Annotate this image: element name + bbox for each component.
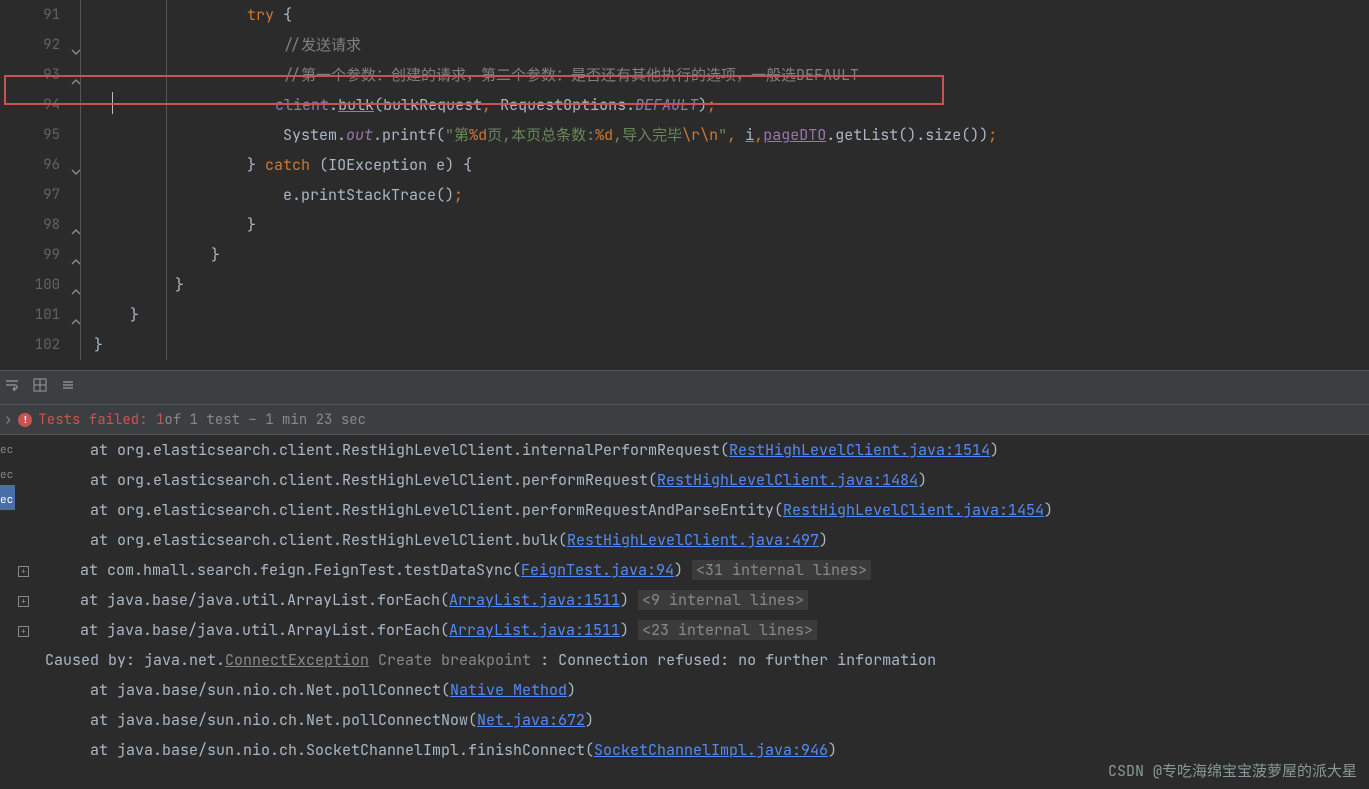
code-line: e.printStackTrace(); <box>68 180 1369 210</box>
trace-line: at org.elasticsearch.client.RestHighLeve… <box>18 495 1369 525</box>
internal-lines[interactable]: <23 internal lines> <box>638 620 817 640</box>
expand-icon[interactable]: + <box>18 596 29 607</box>
code-line: try { <box>68 0 1369 30</box>
expand-icon[interactable]: + <box>18 566 29 577</box>
test-status-bar: › ! Tests failed: 1 of 1 test – 1 min 23… <box>0 405 1369 435</box>
strip-item: ec <box>0 460 15 485</box>
code-line: //发送请求 <box>68 30 1369 60</box>
source-link[interactable]: Net.java:672 <box>477 710 585 730</box>
source-link[interactable]: RestHighLevelClient.java:1484 <box>657 470 918 490</box>
text-cursor <box>112 92 113 114</box>
internal-lines[interactable]: <31 internal lines> <box>692 560 871 580</box>
line-number: 96 <box>0 150 68 180</box>
line-number: 102 <box>0 330 68 360</box>
code-editor[interactable]: 91 92 93 94 95 96 97 98 99 100 101 102 t… <box>0 0 1369 370</box>
trace-line: + at com.hmall.search.feign.FeignTest.te… <box>18 555 1369 585</box>
line-number: 95 <box>0 120 68 150</box>
source-link[interactable]: Native Method <box>450 680 567 700</box>
tests-failed-label: Tests failed: <box>38 411 147 429</box>
code-line: client.bulk(bulkRequest, RequestOptions.… <box>68 90 1369 120</box>
strip-item-selected[interactable]: ec <box>0 485 15 510</box>
code-line: } <box>68 240 1369 270</box>
trace-line: at java.base/sun.nio.ch.Net.pollConnect(… <box>18 675 1369 705</box>
code-line: } catch (IOException e) { <box>68 150 1369 180</box>
settings-icon[interactable] <box>60 377 76 398</box>
trace-line-caused: Caused by: java.net.ConnectException Cre… <box>18 645 1369 675</box>
line-number: 101 <box>0 300 68 330</box>
left-strip: ec ec ec <box>0 435 15 510</box>
trace-line: at org.elasticsearch.client.RestHighLeve… <box>18 435 1369 465</box>
line-number: 94 <box>0 90 68 120</box>
source-link[interactable]: RestHighLevelClient.java:1514 <box>729 440 990 460</box>
error-icon: ! <box>18 413 32 427</box>
line-number: 91 <box>0 0 68 30</box>
toolbar <box>0 370 1369 405</box>
code-line: System.out.printf("第%d页,本页总条数:%d,导入完毕\r\… <box>68 120 1369 150</box>
code-line: } <box>68 270 1369 300</box>
code-line: //第一个参数：创建的请求，第二个参数：是否还有其他执行的选项，一般选DEFAU… <box>68 60 1369 90</box>
trace-line: + at java.base/java.util.ArrayList.forEa… <box>18 585 1369 615</box>
trace-line: + at java.base/java.util.ArrayList.forEa… <box>18 615 1369 645</box>
source-link[interactable]: ArrayList.java:1511 <box>449 620 620 640</box>
expand-arrow-icon[interactable]: › <box>4 411 12 429</box>
line-number: 98 <box>0 210 68 240</box>
wrap-icon[interactable] <box>4 377 20 398</box>
source-link[interactable]: ArrayList.java:1511 <box>449 590 620 610</box>
exception-class[interactable]: ConnectException <box>225 650 369 670</box>
source-link[interactable]: FeignTest.java:94 <box>521 560 674 580</box>
code-line: } <box>68 330 1369 360</box>
code-line: } <box>68 210 1369 240</box>
tests-failed-count: 1 <box>156 411 164 429</box>
code-area[interactable]: try { //发送请求 //第一个参数：创建的请求，第二个参数：是否还有其他执… <box>68 0 1369 360</box>
line-number: 93 <box>0 60 68 90</box>
tests-summary: of 1 test – 1 min 23 sec <box>164 411 366 429</box>
gutter: 91 92 93 94 95 96 97 98 99 100 101 102 <box>0 0 68 360</box>
line-number: 99 <box>0 240 68 270</box>
source-link[interactable]: RestHighLevelClient.java:1454 <box>783 500 1044 520</box>
trace-line: at org.elasticsearch.client.RestHighLeve… <box>18 525 1369 555</box>
source-link[interactable]: SocketChannelImpl.java:946 <box>594 740 828 760</box>
line-number: 97 <box>0 180 68 210</box>
line-number: 100 <box>0 270 68 300</box>
code-line: } <box>68 300 1369 330</box>
console-output[interactable]: ec ec ec at org.elasticsearch.client.Res… <box>0 435 1369 765</box>
line-number: 92 <box>0 30 68 60</box>
internal-lines[interactable]: <9 internal lines> <box>638 590 808 610</box>
trace-line: at org.elasticsearch.client.RestHighLeve… <box>18 465 1369 495</box>
watermark: CSDN @专吃海绵宝宝菠萝屋的派大星 <box>1108 760 1357 781</box>
stack-trace: at org.elasticsearch.client.RestHighLeve… <box>18 435 1369 765</box>
expand-icon[interactable]: + <box>18 626 29 637</box>
source-link[interactable]: RestHighLevelClient.java:497 <box>567 530 819 550</box>
grid-icon[interactable] <box>32 377 48 398</box>
strip-item: ec <box>0 435 15 460</box>
create-breakpoint-hint[interactable]: Create breakpoint <box>378 650 531 670</box>
trace-line: at java.base/sun.nio.ch.Net.pollConnectN… <box>18 705 1369 735</box>
